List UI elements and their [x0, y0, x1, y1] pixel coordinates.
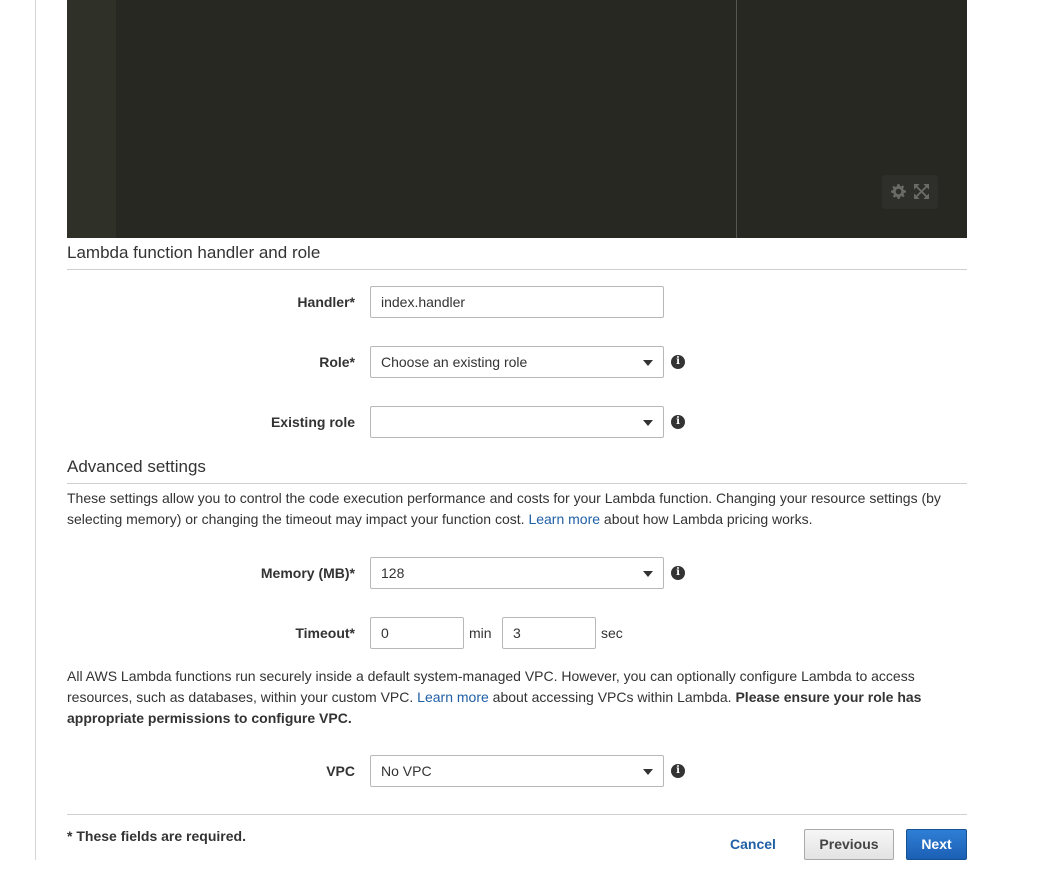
vpc-label: VPC	[326, 763, 355, 779]
timeout-label: Timeout*	[295, 625, 355, 641]
code-editor[interactable]	[67, 0, 967, 238]
advanced-section-divider	[67, 483, 967, 484]
cancel-button[interactable]: Cancel	[730, 836, 776, 852]
expand-icon[interactable]	[914, 184, 929, 199]
handler-section-title: Lambda function handler and role	[67, 243, 321, 262]
chevron-down-icon	[643, 360, 653, 366]
timeout-sec-unit: sec	[601, 625, 623, 641]
timeout-min-value: 0	[381, 625, 389, 641]
memory-select[interactable]: 128	[370, 557, 664, 589]
vpc-description: All AWS Lambda functions run securely in…	[67, 666, 967, 729]
next-button[interactable]: Next	[906, 829, 967, 860]
pricing-learn-more-link[interactable]: Learn more	[528, 511, 600, 527]
timeout-min-unit: min	[469, 625, 492, 641]
previous-button[interactable]: Previous	[804, 829, 894, 860]
gear-icon[interactable]	[891, 184, 906, 199]
role-label: Role*	[319, 354, 355, 370]
memory-select-value: 128	[381, 565, 405, 581]
advanced-description: These settings allow you to control the …	[67, 488, 967, 530]
vpc-learn-more-link[interactable]: Learn more	[417, 689, 489, 705]
vpc-select[interactable]: No VPC	[370, 755, 664, 787]
editor-print-margin	[736, 0, 737, 238]
editor-toolbar	[882, 175, 938, 209]
vpc-info-icon[interactable]: i	[671, 764, 685, 778]
vpc-select-value: No VPC	[381, 763, 432, 779]
existing-role-info-icon[interactable]: i	[671, 415, 685, 429]
editor-gutter	[67, 0, 116, 238]
existing-role-label: Existing role	[270, 414, 355, 430]
role-select[interactable]: Choose an existing role	[370, 346, 664, 378]
page-left-border	[35, 0, 36, 860]
handler-label: Handler*	[297, 294, 355, 310]
timeout-sec-input[interactable]: 3	[502, 617, 596, 649]
role-select-value: Choose an existing role	[381, 354, 528, 370]
vpc-description-text-mid: about accessing VPCs within Lambda.	[488, 689, 736, 705]
timeout-min-input[interactable]: 0	[370, 617, 464, 649]
required-fields-note: * These fields are required.	[67, 828, 246, 844]
chevron-down-icon	[643, 420, 653, 426]
handler-input-value: index.handler	[381, 294, 466, 310]
chevron-down-icon	[643, 571, 653, 577]
existing-role-select[interactable]	[370, 406, 664, 438]
handler-section-divider	[67, 269, 967, 270]
timeout-sec-value: 3	[513, 625, 521, 641]
advanced-section-title: Advanced settings	[67, 457, 206, 476]
footer-divider	[67, 814, 967, 815]
advanced-description-text-end: about how Lambda pricing works.	[600, 511, 813, 527]
role-info-icon[interactable]: i	[671, 355, 685, 369]
memory-info-icon[interactable]: i	[671, 566, 685, 580]
chevron-down-icon	[643, 769, 653, 775]
handler-input[interactable]: index.handler	[370, 286, 664, 318]
memory-label: Memory (MB)*	[260, 565, 355, 581]
